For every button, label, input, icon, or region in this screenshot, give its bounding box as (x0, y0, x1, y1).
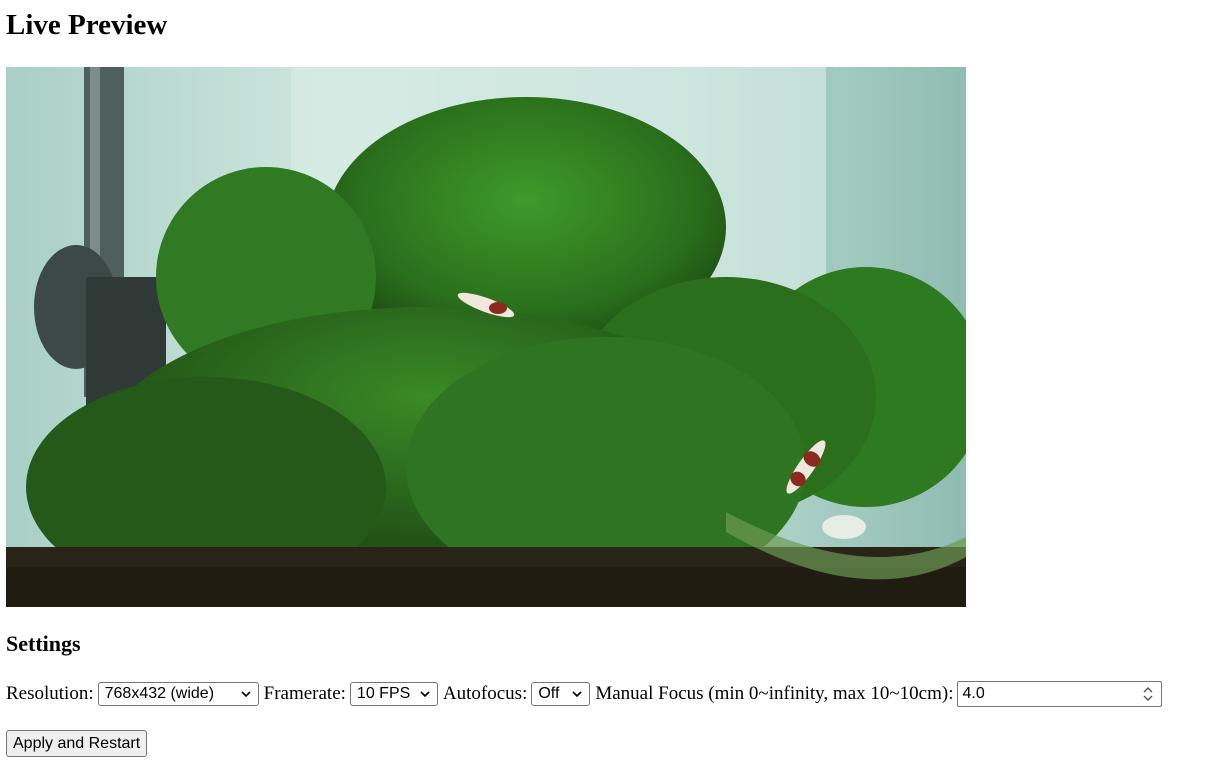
manual-focus-label: Manual Focus (min 0~infinity, max 10~10c… (595, 683, 954, 704)
autofocus-select[interactable]: Off (531, 682, 591, 706)
apply-restart-button[interactable]: Apply and Restart (6, 730, 148, 757)
autofocus-label: Autofocus: (442, 683, 528, 704)
chevron-down-icon (572, 691, 582, 698)
framerate-select[interactable]: 10 FPS (349, 682, 438, 706)
chevron-down-icon (420, 691, 430, 698)
manual-focus-input[interactable]: 4.0 (957, 681, 1163, 707)
resolution-label: Resolution: (6, 683, 94, 704)
resolution-value: 768x432 (wide) (104, 685, 215, 702)
manual-focus-value: 4.0 (962, 685, 985, 702)
autofocus-value: Off (538, 685, 560, 702)
settings-row: Resolution: 768x432 (wide) Framerate: 10… (6, 680, 1163, 708)
settings-heading: Settings (6, 631, 81, 656)
page-title: Live Preview (6, 9, 168, 41)
resolution-select[interactable]: 768x432 (wide) (97, 682, 259, 706)
chevron-down-icon (241, 691, 251, 698)
framerate-label: Framerate: (263, 683, 346, 704)
framerate-value: 10 FPS (356, 685, 411, 702)
live-preview-image (6, 67, 966, 607)
spinner-arrows-icon[interactable] (1141, 684, 1155, 704)
